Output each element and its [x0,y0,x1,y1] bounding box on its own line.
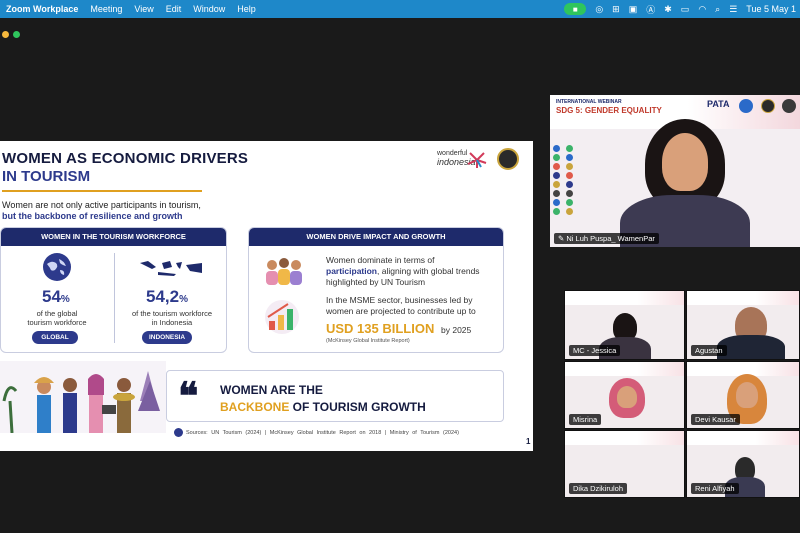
menu-meeting[interactable]: Meeting [90,4,122,14]
quote-box [166,370,504,422]
banner-line1: INTERNATIONAL WEBINAR [556,99,622,105]
pill-global: GLOBAL [32,331,78,344]
impact-paragraph-1: Women dominate in terms of participation… [326,255,480,288]
participant-tile-dika[interactable]: Dika Dzikiruloh [564,430,685,498]
indonesia-map-icon [140,261,202,276]
menu-window[interactable]: Window [193,4,225,14]
app-menu[interactable]: Zoom Workplace [6,4,78,14]
partner-logo-3 [782,99,796,113]
ministry-seal-logo [497,148,519,170]
minimize-window-icon[interactable] [2,31,9,38]
participant-tile-reni[interactable]: Reni Alfiyah [686,430,800,498]
women-group-icon [266,258,302,285]
stat-global: 54% [42,287,70,306]
menu-edit[interactable]: Edit [166,4,182,14]
partner-logo-2 [761,99,775,113]
menu-help[interactable]: Help [237,4,256,14]
speaker-face [662,133,708,191]
slide-subtitle-line1: Women are not only active participants i… [2,200,201,210]
participant-name-devi: Devi Kausar [691,414,740,425]
usd-amount: USD 135 BILLION [326,321,435,336]
speaker-name-label: ✎ Ni Luh Puspa_ WamenPar [554,233,659,244]
participant-tile-agustan[interactable]: Agustan [686,290,800,360]
title-underline [2,190,202,192]
clock[interactable]: Tue 5 May 1 [746,4,796,14]
slide-subtitle-line2: but the backbone of resilience and growt… [2,211,183,221]
participant-tile-misrina[interactable]: Misrina [564,361,685,429]
sources-icon [174,428,183,437]
stat-global-caption: of the global tourism workforce [27,309,87,328]
impact-card-header: WOMEN DRIVE IMPACT AND GROWTH [249,228,503,246]
participant-tile-devi[interactable]: Devi Kausar [686,361,800,429]
participant-name-dika: Dika Dzikiruloh [569,483,628,494]
bluetooth-icon[interactable]: ✱ [664,4,672,15]
photo-icon[interactable]: ▣ [629,4,638,15]
zoom-status-icon[interactable]: ◎ [595,4,603,15]
search-icon[interactable]: ⌕ [715,4,720,15]
sources-text: Sources: UN Tourism (2024) | McKinsey Gl… [186,430,459,436]
quote-line1: WOMEN ARE THE [220,383,323,397]
banner-logos-column [553,145,565,217]
participant-tile-jessica[interactable]: MC - Jessica [564,290,685,360]
speaker-video-main[interactable]: INTERNATIONAL WEBINAR SDG 5: GENDER EQUA… [550,95,800,247]
input-source-icon[interactable]: Ⓐ [646,3,655,16]
zoom-window-icon[interactable] [13,31,20,38]
shared-slide: WOMEN AS ECONOMIC DRIVERS IN TOURISM Wom… [0,141,533,451]
participant-name-agustan: Agustan [691,345,727,356]
slide-title-line1: WOMEN AS ECONOMIC DRIVERS [2,150,249,167]
slide-title-line2: IN TOURISM [2,168,91,185]
card1-divider [114,253,115,343]
participant-name-misrina: Misrina [569,414,602,425]
camera-status-icon[interactable]: ■ [564,3,587,15]
mckinsey-note: (McKinsey Global Institute Report) [326,338,410,344]
growth-chart-icon [265,300,299,334]
banner-logos-column-2 [566,145,578,217]
battery-icon[interactable]: ▭ [681,4,690,15]
menu-view[interactable]: View [134,4,153,14]
participant-name-jessica: MC - Jessica [569,345,621,356]
control-center-icon[interactable]: ☰ [729,4,737,15]
participant-name-reni: Reni Alfiyah [691,483,739,494]
wonderful-indonesia-flower-icon [467,152,487,168]
pata-logo: PATA [707,99,730,109]
stat-indonesia: 54,2% [146,287,188,306]
usd-tail: by 2025 [441,325,472,335]
stat-indonesia-caption: of the tourism workforce in Indonesia [131,309,213,328]
workforce-card-header: WOMEN IN THE TOURISM WORKFORCE [1,228,226,246]
grid-icon[interactable]: ⊞ [612,4,620,15]
quote-line2: BACKBONE OF TOURISM GROWTH [220,400,426,414]
partner-logo-1 [739,99,753,113]
banner-line2: SDG 5: GENDER EQUALITY [556,106,662,115]
wifi-icon[interactable]: ◠ [698,4,706,15]
globe-icon [43,253,71,281]
menu-bar: Zoom Workplace Meeting View Edit Window … [0,0,800,18]
quote-mark-icon: ❝ [178,373,199,418]
women-illustration [0,361,166,433]
impact-paragraph-2: In the MSME sector, businesses led by wo… [326,295,476,317]
page-number: 1 [526,437,531,446]
pill-indonesia: INDONESIA [142,331,192,344]
